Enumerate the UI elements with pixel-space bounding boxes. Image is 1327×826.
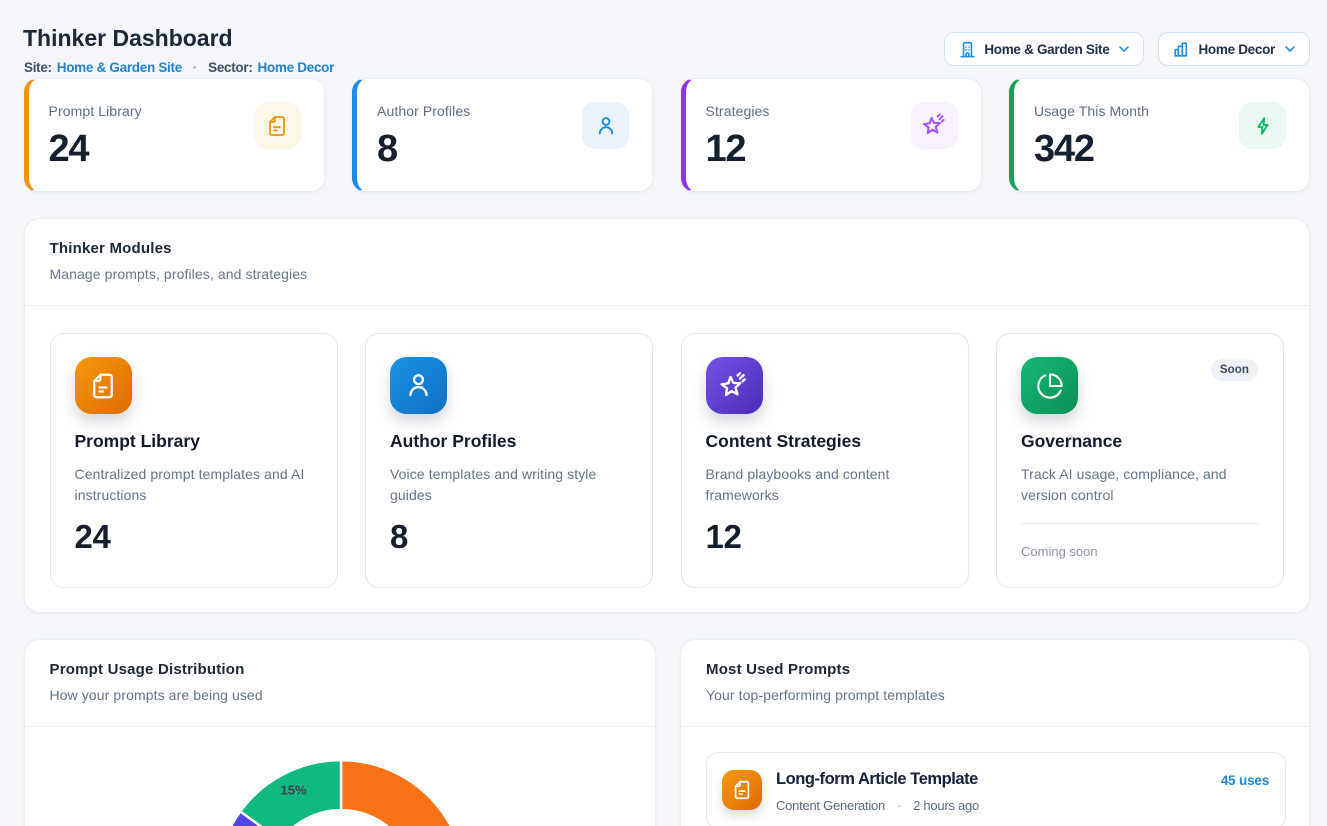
user-icon [582, 102, 629, 149]
site-label: Site: [24, 60, 52, 75]
module-card-prompt-library[interactable]: Prompt Library Centralized prompt templa… [50, 333, 338, 588]
module-description: Voice templates and writing style guides [390, 464, 628, 506]
module-title: Author Profiles [390, 431, 628, 452]
chevron-down-icon [1116, 41, 1132, 57]
prompt-time: 2 hours ago [913, 798, 979, 813]
modules-panel-header: Thinker Modules Manage prompts, profiles… [25, 219, 1310, 306]
bar-chart-icon [1172, 40, 1191, 59]
module-count: 8 [390, 518, 628, 556]
sector-selector-label: Home Decor [1198, 42, 1275, 57]
separator-dot: · [193, 60, 197, 75]
document-icon [254, 102, 301, 149]
donut-slice-slice-1 [341, 760, 465, 826]
modules-panel-title: Thinker Modules [50, 240, 1285, 257]
module-title: Content Strategies [706, 431, 944, 452]
module-count: 12 [706, 518, 944, 556]
prompts-panel-subtitle: Your top-performing prompt templates [706, 687, 1284, 703]
prompt-meta: Content Generation · 2 hours ago [776, 798, 979, 813]
separator-dot: · [897, 798, 901, 813]
document-icon [722, 770, 762, 810]
donut-slice-label: 15% [280, 782, 306, 797]
stat-card-author-profiles: Author Profiles 8 [352, 78, 653, 192]
module-description: Centralized prompt templates and AI inst… [75, 464, 313, 506]
chart-panel-subtitle: How your prompts are being used [50, 687, 630, 703]
site-breadcrumb: Site: Home & Garden Site · Sector: Home … [24, 60, 334, 75]
module-count: 24 [75, 518, 313, 556]
prompt-uses-count: 45 uses [1221, 773, 1269, 788]
prompt-category: Content Generation [776, 798, 885, 813]
document-icon [75, 357, 132, 414]
prompt-list-item[interactable]: Long-form Article Template Content Gener… [706, 752, 1286, 826]
site-selector-dropdown[interactable]: Home & Garden Site [944, 32, 1144, 66]
chevron-down-icon [1282, 41, 1298, 57]
prompt-title: Long-form Article Template [776, 770, 978, 789]
module-card-governance[interactable]: Soon Governance Track AI usage, complian… [996, 333, 1284, 588]
header-actions: Home & Garden Site Home Decor [944, 32, 1310, 66]
soon-badge: Soon [1211, 359, 1258, 381]
dashboard-page: Thinker Dashboard Site: Home & Garden Si… [0, 0, 1327, 826]
usage-donut-chart: 45%25%15%15% [25, 728, 657, 826]
module-description: Track AI usage, compliance, and version … [1021, 464, 1259, 506]
site-selector-label: Home & Garden Site [984, 42, 1109, 57]
lightning-icon [1239, 102, 1286, 149]
user-icon [390, 357, 447, 414]
pie-chart-icon [1021, 357, 1078, 414]
module-description: Brand playbooks and content frameworks [706, 464, 944, 506]
modules-panel-subtitle: Manage prompts, profiles, and strategies [50, 266, 1285, 282]
star-icon [911, 102, 958, 149]
most-used-prompts-panel: Most Used Prompts Your top-performing pr… [680, 639, 1310, 826]
stat-card-usage: Usage This Month 342 [1009, 78, 1310, 192]
module-title: Prompt Library [75, 431, 313, 452]
sector-label: Sector: [208, 60, 252, 75]
chart-panel-title: Prompt Usage Distribution [50, 661, 630, 678]
site-link[interactable]: Home & Garden Site [57, 60, 182, 75]
sector-link[interactable]: Home Decor [258, 60, 335, 75]
building-icon [958, 40, 977, 59]
stat-cards-row: Prompt Library 24 Author Profiles 8 S [24, 78, 1311, 192]
module-card-author-profiles[interactable]: Author Profiles Voice templates and writ… [365, 333, 653, 588]
stat-card-prompt-library: Prompt Library 24 [24, 78, 325, 192]
sector-selector-dropdown[interactable]: Home Decor [1158, 32, 1310, 66]
prompts-panel-header: Most Used Prompts Your top-performing pr… [681, 640, 1309, 727]
governance-divider [1021, 523, 1259, 524]
coming-soon-label: Coming soon [1021, 544, 1259, 559]
star-icon [706, 357, 763, 414]
prompt-usage-panel: Prompt Usage Distribution How your promp… [24, 639, 656, 826]
prompts-panel-title: Most Used Prompts [706, 661, 1284, 678]
thinker-modules-panel: Thinker Modules Manage prompts, profiles… [24, 218, 1311, 613]
page-title: Thinker Dashboard [23, 25, 233, 52]
module-card-content-strategies[interactable]: Content Strategies Brand playbooks and c… [681, 333, 969, 588]
module-title: Governance [1021, 431, 1259, 452]
chart-panel-header: Prompt Usage Distribution How your promp… [25, 640, 655, 727]
modules-grid: Prompt Library Centralized prompt templa… [50, 333, 1285, 588]
stat-card-strategies: Strategies 12 [681, 78, 982, 192]
